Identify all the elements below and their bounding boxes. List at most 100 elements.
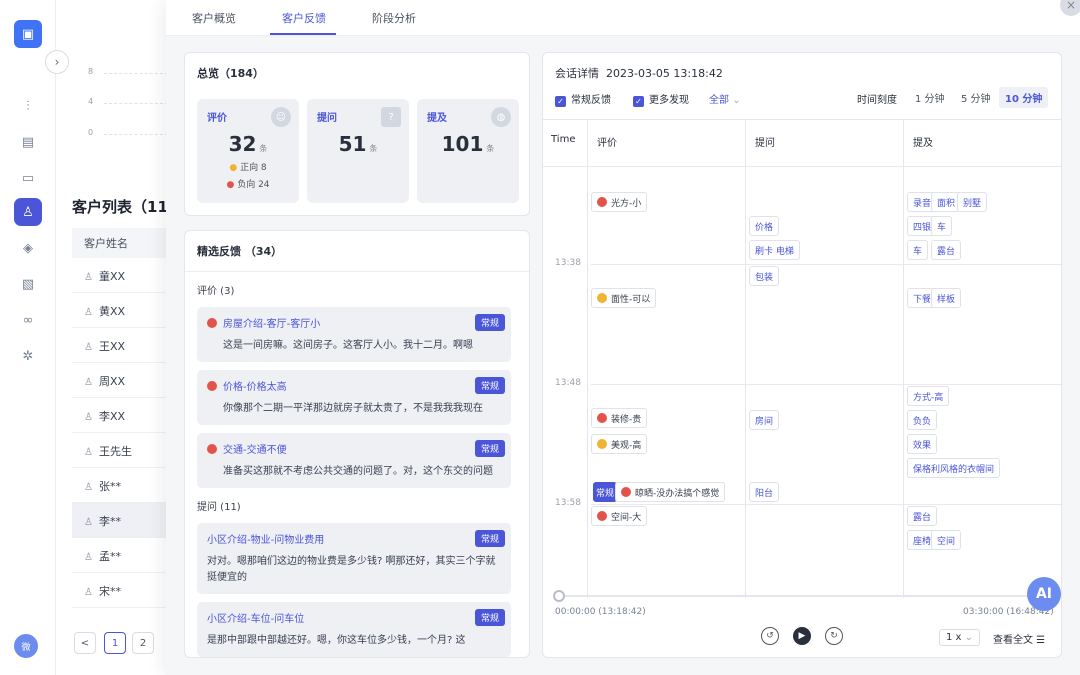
- avatar[interactable]: 微: [14, 634, 38, 658]
- mention-chip[interactable]: 别墅: [957, 192, 988, 212]
- mention-chip[interactable]: 方式-高: [907, 386, 950, 406]
- grid-line: [104, 103, 168, 104]
- col-mention: 提及: [913, 138, 933, 149]
- feedback-item[interactable]: 小区介绍-车位-问车位 常规 是那中部跟中部越还好。嗯，你这车位多少钱，一个月?…: [197, 602, 511, 657]
- column-divider: [745, 120, 746, 598]
- tab-overview[interactable]: 客户概览: [192, 10, 236, 26]
- eval-chip[interactable]: 空间-大: [591, 506, 648, 526]
- tag-badge: 常规: [474, 609, 505, 626]
- tab-feedback[interactable]: 客户反馈: [282, 10, 326, 26]
- question-chip[interactable]: 阳台: [749, 482, 780, 502]
- play-icon[interactable]: ▶: [793, 627, 811, 645]
- customer-name: 李XX: [98, 410, 126, 423]
- feedback-title: 小区介绍-物业-问物业费用: [207, 535, 325, 546]
- box-icon[interactable]: ▭: [14, 164, 42, 192]
- mention-chip[interactable]: 样板: [931, 288, 962, 308]
- question-summary[interactable]: 提问 ? 51 条: [307, 99, 409, 203]
- chart-icon[interactable]: ⫶: [14, 92, 42, 120]
- question-chip[interactable]: 价格: [749, 216, 780, 236]
- scale-1min[interactable]: 1 分钟: [909, 87, 951, 108]
- scale-label: 时间刻度: [857, 95, 897, 106]
- customer-name: 王XX: [98, 340, 126, 353]
- negative-icon: [597, 197, 607, 207]
- time-label: 13:48: [555, 378, 581, 388]
- dashboard-icon[interactable]: ▣: [14, 20, 42, 48]
- mention-chip[interactable]: 车: [907, 240, 929, 260]
- link-icon[interactable]: ∞: [14, 306, 42, 334]
- feedback-item[interactable]: 房屋介绍-客厅-客厅小 常规 这是一间房嘛。这间房子。这客厅人小。我十二月。啊嗯: [197, 307, 511, 362]
- column-divider: [903, 120, 904, 598]
- negative-icon: [207, 318, 217, 328]
- mention-chip[interactable]: 车: [931, 216, 953, 236]
- gear-icon[interactable]: ✲: [14, 342, 42, 370]
- feedback-item[interactable]: 小区介绍-物业-问物业费用 常规 对对。嗯那咱们这边的物业费是多少钱? 啊那还好…: [197, 523, 511, 594]
- mention-summary[interactable]: 提及 ◍ 101 条: [417, 99, 519, 203]
- session-detail-card: 会话详情 2023-03-05 13:18:42 ✓ 常规反馈 ✓ 更多发现 全部 …: [542, 52, 1062, 658]
- report-icon[interactable]: ▧: [14, 270, 42, 298]
- feedback-title: 小区介绍-车位-问车位: [207, 614, 305, 625]
- positive-count: ● 正向 8: [229, 163, 267, 173]
- feedback-item[interactable]: 价格-价格太高 常规 你像那个二期一平洋那边就房子就太贵了，不是我我我现在: [197, 370, 511, 425]
- chevron-down-icon: ⌄: [964, 632, 974, 643]
- customer-drawer: 客户概览 客户反馈 阶段分析 × 总览（184） 评价 ☺ 32 条 ● 正向 8…: [166, 0, 1080, 675]
- page-1-button[interactable]: 1: [104, 632, 126, 654]
- customer-name: 宋**: [98, 585, 121, 598]
- session-title: 会话详情 2023-03-05 13:18:42: [555, 67, 723, 80]
- view-full-text-button[interactable]: 查看全文 ☰: [993, 631, 1045, 646]
- selected-feedback-title: 精选反馈 （34）: [185, 231, 529, 272]
- eval-chip[interactable]: 面性-可以: [591, 288, 657, 308]
- eval-chip[interactable]: 光方-小: [591, 192, 648, 212]
- mention-chip[interactable]: 效果: [907, 434, 938, 454]
- feedback-title: 价格-价格太高: [207, 378, 503, 393]
- forward-10-icon[interactable]: ↻: [825, 627, 843, 645]
- eval-chip[interactable]: 美观-高: [591, 434, 648, 454]
- scale-5min[interactable]: 5 分钟: [955, 87, 997, 108]
- tag-badge: 常规: [474, 314, 505, 331]
- user-icon: ♙: [84, 587, 93, 598]
- eval-count: 32 条: [228, 132, 268, 156]
- negative-count: ● 负向 24: [226, 180, 270, 190]
- speed-select[interactable]: 1 x ⌄: [939, 629, 981, 646]
- progress-handle[interactable]: [553, 590, 565, 602]
- eval-summary[interactable]: 评价 ☺ 32 条 ● 正向 8 ● 负向 24: [197, 99, 299, 203]
- mention-chip[interactable]: 露台: [907, 506, 938, 526]
- tab-bar: 客户概览 客户反馈 阶段分析: [166, 0, 1080, 36]
- eval-chip[interactable]: 晾晒-没办法搞个感觉: [615, 482, 726, 502]
- mention-chip[interactable]: 露台: [931, 240, 962, 260]
- mention-chip[interactable]: 保格利风格的衣帽间: [907, 458, 1001, 478]
- user-icon: ♙: [84, 447, 93, 458]
- rewind-10-icon[interactable]: ↺: [761, 627, 779, 645]
- progress-track[interactable]: [559, 595, 1045, 597]
- filter-more[interactable]: ✓ 更多发现: [633, 91, 689, 107]
- question-chip[interactable]: 包装: [749, 266, 780, 286]
- doc-icon[interactable]: ▤: [14, 128, 42, 156]
- check-icon: ✓: [555, 96, 566, 107]
- ai-button[interactable]: AI: [1027, 577, 1061, 611]
- customer-list-panel: 8 4 0 客户列表（11 客户姓名 ♙ 童XX ♙ 黄XX ♙ 王XX ♙ 周XX ♙…: [56, 0, 182, 675]
- prev-page-button[interactable]: <: [74, 632, 96, 654]
- scale-10min[interactable]: 10 分钟: [999, 87, 1049, 108]
- chevron-right-icon[interactable]: ›: [45, 50, 69, 74]
- customer-name: 李**: [98, 515, 121, 528]
- mention-chip[interactable]: 空间: [931, 530, 962, 550]
- user-icon: ♙: [84, 482, 93, 493]
- question-chip[interactable]: 房间: [749, 410, 780, 430]
- col-time: Time: [551, 134, 576, 145]
- filter-all-select[interactable]: 全部 ⌄: [709, 91, 741, 106]
- question-chip[interactable]: 刷卡 电梯: [749, 240, 800, 260]
- user-icon[interactable]: ♙: [14, 198, 42, 226]
- time-label: 13:38: [555, 258, 581, 268]
- tab-indicator: [270, 33, 336, 35]
- col-eval: 评价: [597, 138, 617, 149]
- filter-regular[interactable]: ✓ 常规反馈: [555, 91, 611, 107]
- overview-card: 总览（184） 评价 ☺ 32 条 ● 正向 8 ● 负向 24 提问 ? 51 条…: [184, 52, 530, 216]
- page-2-button[interactable]: 2: [132, 632, 154, 654]
- layers-icon[interactable]: ◈: [14, 234, 42, 262]
- customer-name: 周XX: [98, 375, 126, 388]
- overview-title: 总览（184）: [197, 67, 264, 80]
- mention-chip[interactable]: 负负: [907, 410, 938, 430]
- tab-stage-analysis[interactable]: 阶段分析: [372, 10, 416, 26]
- feedback-item[interactable]: 交通-交通不便 常规 准备买这那就不考虑公共交通的问题了。对，这个东交的问题: [197, 433, 511, 488]
- negative-icon: [597, 413, 607, 423]
- eval-chip[interactable]: 装修-贵: [591, 408, 648, 428]
